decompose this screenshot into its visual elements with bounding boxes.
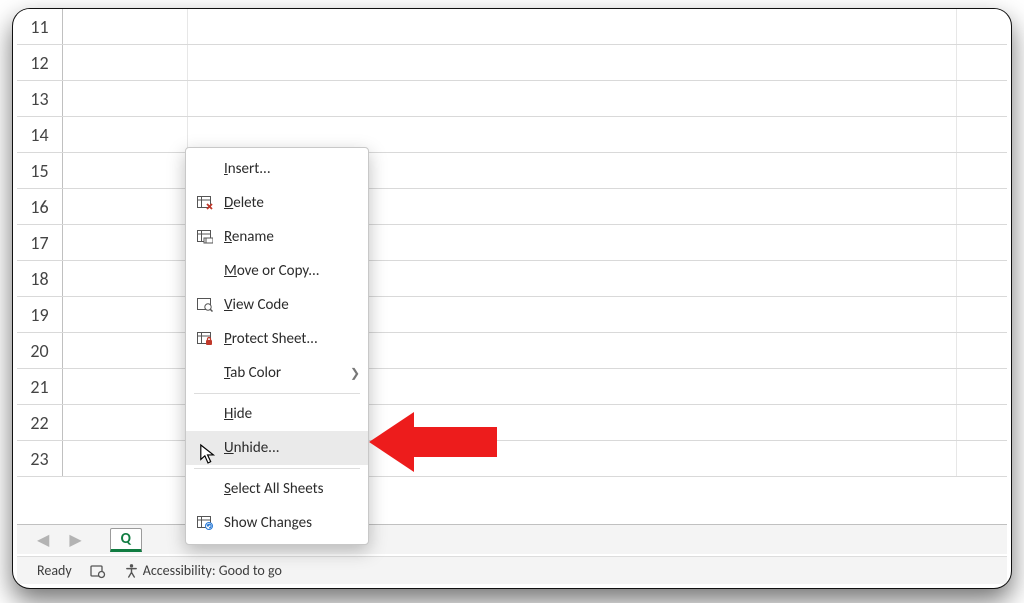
cell[interactable] [63, 189, 188, 224]
active-sheet-tab[interactable]: Q [110, 528, 142, 552]
sheet-tab-strip: ◀ ▶ Q [17, 524, 1007, 554]
menu-show-changes[interactable]: Show Changes [186, 506, 368, 540]
cell[interactable] [63, 369, 188, 404]
cell[interactable] [63, 117, 188, 152]
row-header[interactable]: 17 [17, 225, 63, 260]
show-changes-icon [194, 516, 216, 530]
menu-separator [194, 393, 360, 394]
menu-tab-color[interactable]: Tab Color ❯ [186, 356, 368, 390]
row-header[interactable]: 22 [17, 405, 63, 440]
accessibility-status[interactable]: Accessibility: Good to go [124, 562, 282, 579]
row-header[interactable]: 12 [17, 45, 63, 80]
sheet-context-menu: Insert... Delete Rename Move or Copy... … [185, 147, 369, 545]
menu-insert[interactable]: Insert... [186, 152, 368, 186]
cell[interactable] [957, 225, 1007, 260]
cell[interactable] [957, 333, 1007, 368]
menu-hide[interactable]: Hide [186, 397, 368, 431]
cell[interactable] [957, 81, 1007, 116]
spreadsheet-grid[interactable]: 11 12 13 14 15 16 17 18 19 20 21 22 23 [17, 9, 1007, 523]
menu-unhide[interactable]: Unhide... [186, 431, 368, 465]
status-ready: Ready [37, 562, 72, 579]
menu-protect-sheet[interactable]: Protect Sheet... [186, 322, 368, 356]
cell[interactable] [188, 9, 957, 44]
cell[interactable] [188, 81, 957, 116]
cell[interactable] [63, 261, 188, 296]
row-header[interactable]: 21 [17, 369, 63, 404]
cell[interactable] [63, 297, 188, 332]
tab-next-icon[interactable]: ▶ [69, 530, 81, 550]
row-header[interactable]: 18 [17, 261, 63, 296]
cell[interactable] [63, 225, 188, 260]
cell[interactable] [957, 297, 1007, 332]
excel-window: 11 12 13 14 15 16 17 18 19 20 21 22 23 ◀… [12, 8, 1012, 589]
cell[interactable] [957, 369, 1007, 404]
cell[interactable] [957, 405, 1007, 440]
cell[interactable] [957, 45, 1007, 80]
cell[interactable] [957, 261, 1007, 296]
view-code-icon [194, 298, 216, 312]
menu-separator [194, 468, 360, 469]
protect-sheet-icon [194, 332, 216, 346]
row-header[interactable]: 13 [17, 81, 63, 116]
menu-show-changes-label: Show Changes [224, 514, 360, 532]
row-header[interactable]: 16 [17, 189, 63, 224]
cell[interactable] [957, 153, 1007, 188]
cell[interactable] [63, 9, 188, 44]
row-header[interactable]: 23 [17, 441, 63, 476]
chevron-right-icon: ❯ [350, 366, 360, 381]
row-header[interactable]: 14 [17, 117, 63, 152]
cell[interactable] [957, 117, 1007, 152]
row-header[interactable]: 19 [17, 297, 63, 332]
row-header[interactable]: 20 [17, 333, 63, 368]
row-header[interactable]: 15 [17, 153, 63, 188]
rename-sheet-icon [194, 230, 216, 244]
cell[interactable] [63, 81, 188, 116]
cell[interactable] [63, 153, 188, 188]
tab-prev-icon[interactable]: ◀ [37, 530, 49, 550]
status-bar: Ready Accessibility: Good to go [17, 556, 1007, 584]
accessibility-icon [124, 563, 139, 578]
menu-view-code[interactable]: View Code [186, 288, 368, 322]
menu-select-all-sheets[interactable]: Select All Sheets [186, 472, 368, 506]
cell[interactable] [63, 405, 188, 440]
cell[interactable] [63, 333, 188, 368]
cell[interactable] [957, 9, 1007, 44]
cell[interactable] [957, 441, 1007, 476]
cell[interactable] [63, 45, 188, 80]
menu-move-copy[interactable]: Move or Copy... [186, 254, 368, 288]
menu-delete[interactable]: Delete [186, 186, 368, 220]
cell[interactable] [63, 441, 188, 476]
accessibility-label: Accessibility: Good to go [143, 562, 282, 579]
delete-sheet-icon [194, 196, 216, 210]
cell[interactable] [957, 189, 1007, 224]
menu-rename[interactable]: Rename [186, 220, 368, 254]
sheet-tab-label: Q [121, 530, 131, 548]
macro-record-icon[interactable] [90, 563, 106, 579]
cell[interactable] [188, 45, 957, 80]
row-header[interactable]: 11 [17, 9, 63, 44]
